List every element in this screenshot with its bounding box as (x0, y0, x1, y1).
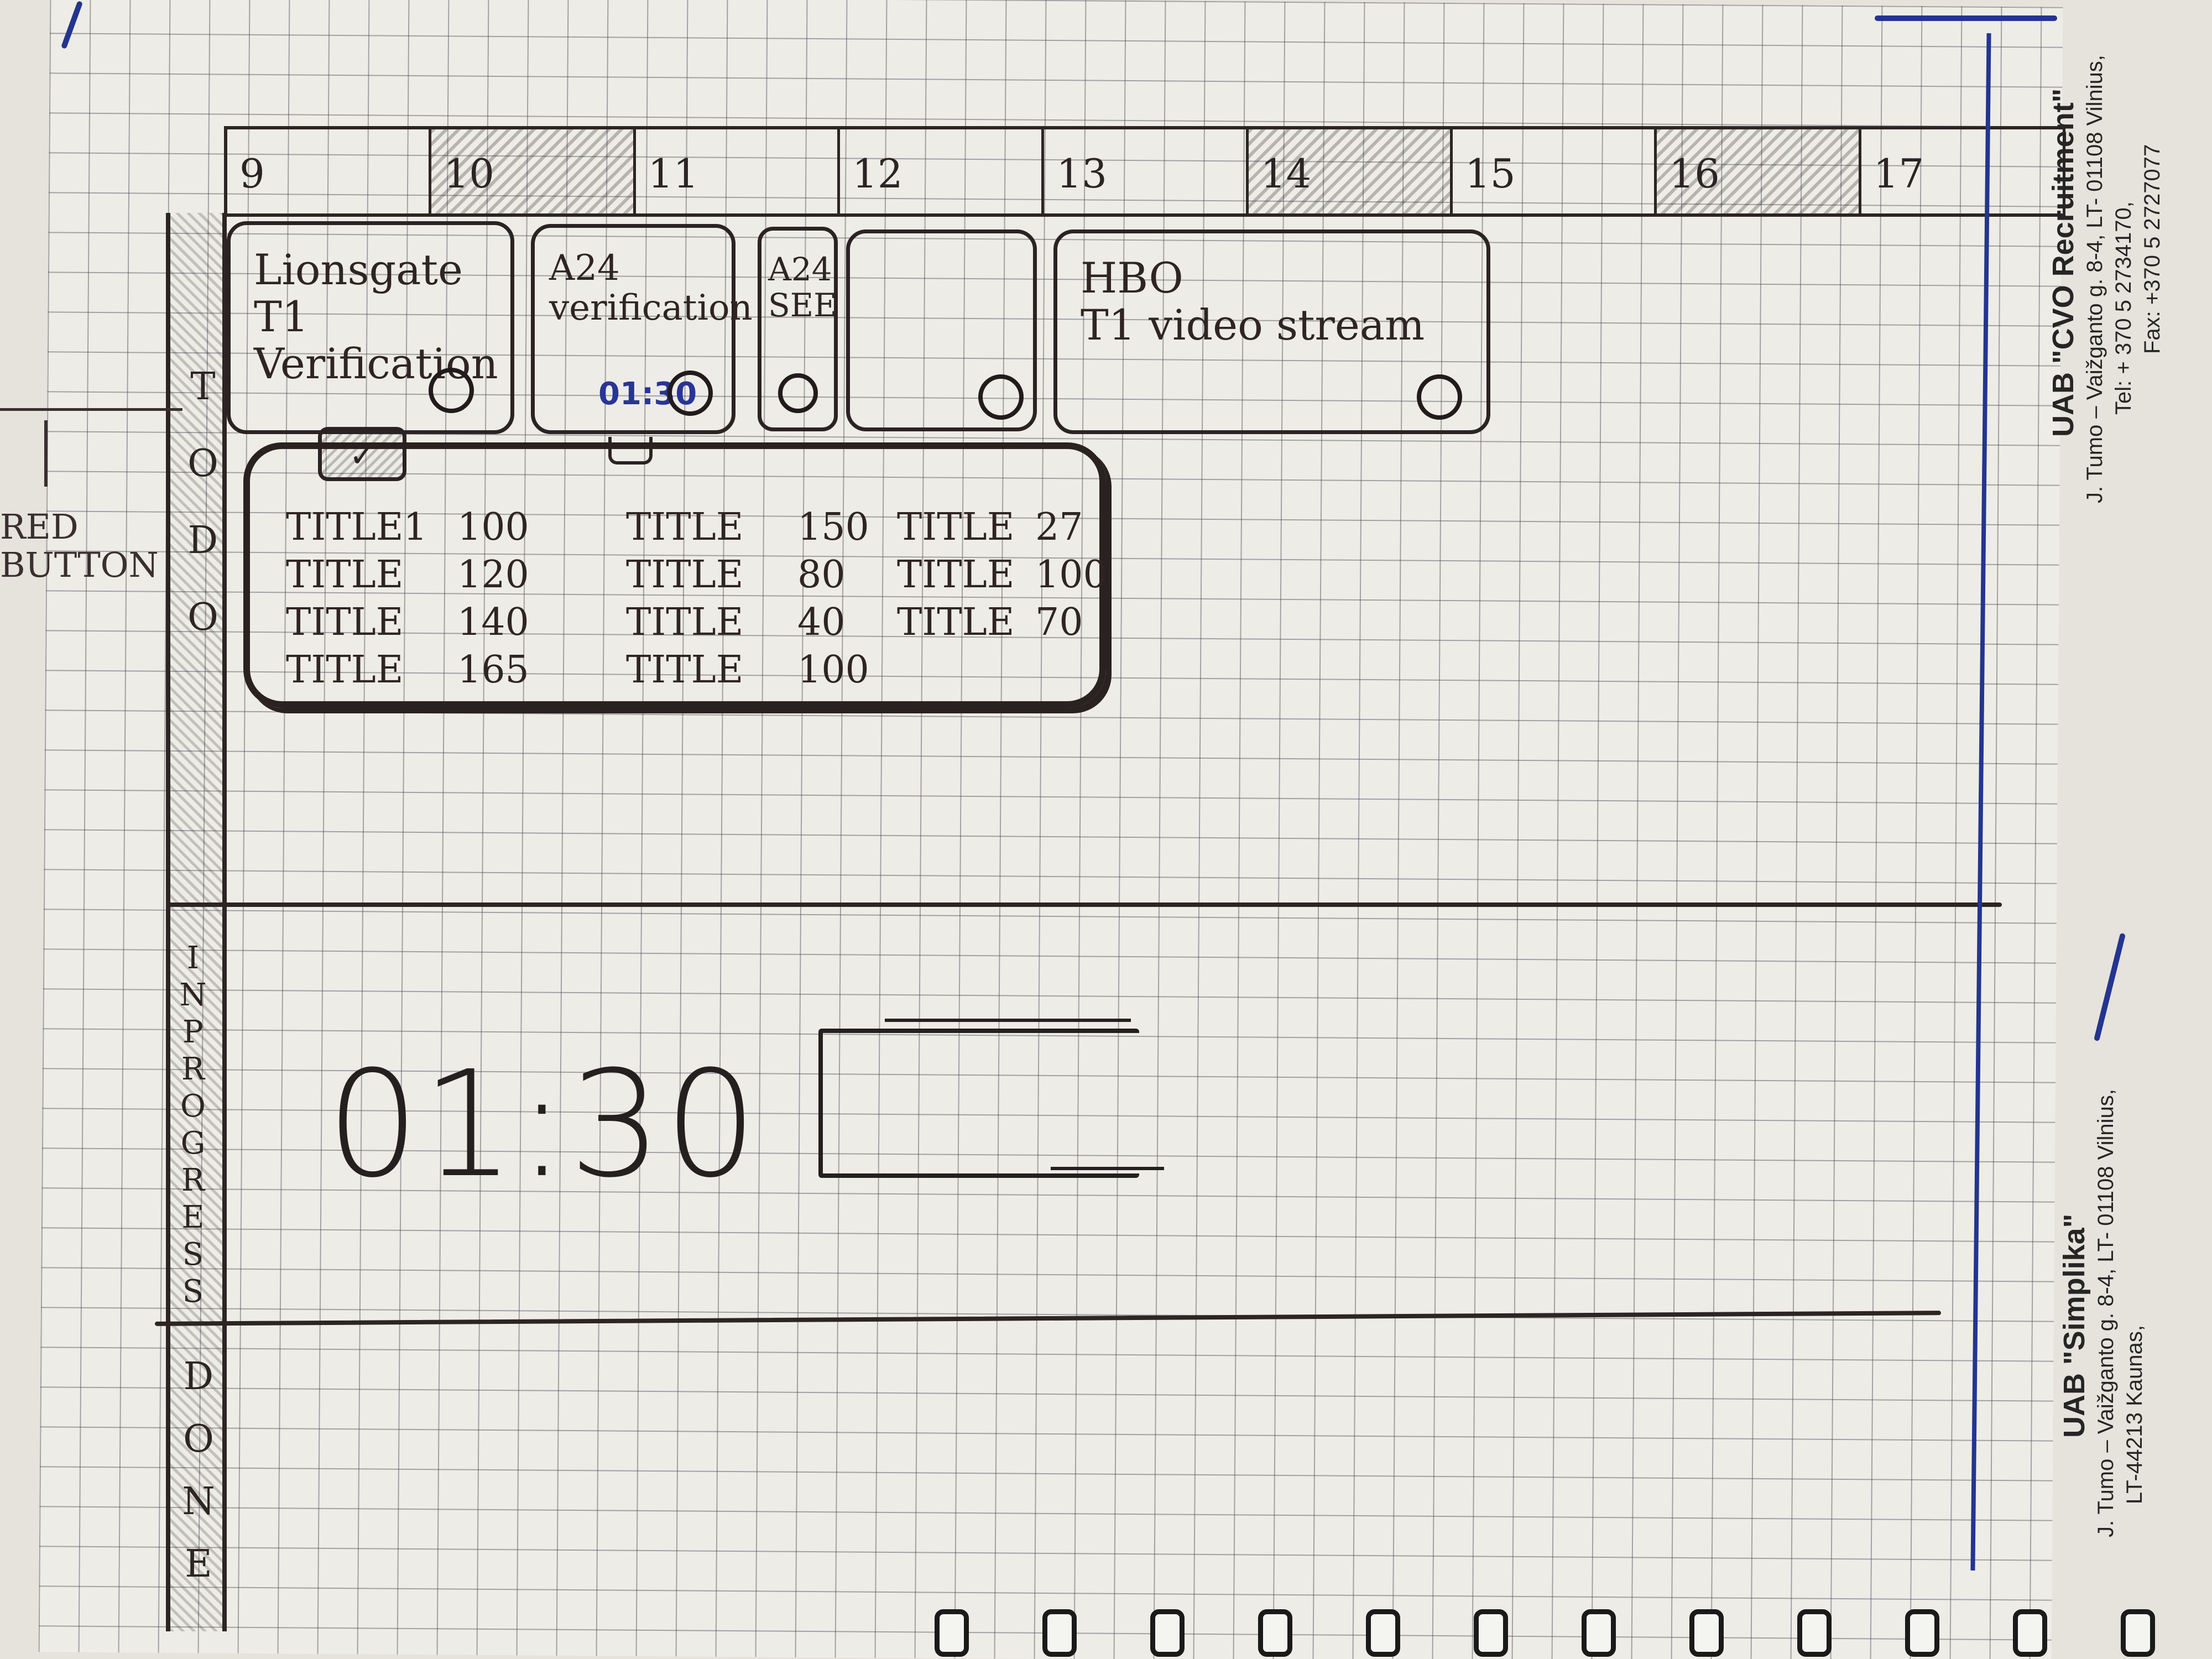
simplika-stamp-name: UAB "Simplika" (2058, 1213, 2091, 1438)
start-task-button[interactable] (429, 368, 474, 413)
hour-11[interactable]: 11 (636, 129, 840, 213)
red-button-note: RED BUTTON (0, 508, 159, 585)
note-line-2: BUTTON (0, 545, 159, 586)
note-pointer (44, 420, 48, 487)
cvo-stamp-name: UAB "CVO Recruitment" (2047, 88, 2080, 437)
lane-label-done-text: DONE (176, 1355, 221, 1605)
task-card-title: A24 SEE (768, 251, 837, 324)
cvo-stamp-tel: Tel: + 370 5 2734170, (2111, 201, 2136, 415)
lane-label-in-progress-text: INPROGRESS (175, 940, 211, 1311)
hour-12[interactable]: 12 (840, 129, 1045, 213)
hour-ruler: 9 10 11 12 13 14 15 16 17 (224, 126, 2065, 217)
note-line-1: RED (0, 507, 79, 547)
task-card-empty[interactable] (846, 229, 1037, 431)
list-item[interactable]: TITLE 80 (626, 551, 864, 598)
lane-label-in-progress: INPROGRESS (175, 940, 211, 1311)
list-item[interactable]: TITLE 100 (897, 551, 1107, 598)
task-list-column-1: TITLE1 100 TITLE 120 TITLE 140 TITLE 165 (286, 503, 529, 693)
list-item[interactable]: TITLE 120 (286, 551, 529, 598)
task-list-column-2: TITLE 150 TITLE 80 TITLE 40 TITLE 100 (626, 503, 869, 693)
spiral-hole (1150, 1609, 1185, 1657)
spiral-hole (1689, 1609, 1724, 1657)
list-item[interactable]: TITLE 150 (626, 503, 869, 551)
list-item[interactable]: TITLE 70 (897, 598, 1102, 646)
task-card-lionsgate[interactable]: Lionsgate T1 Verification (227, 221, 514, 434)
lane-label-done: DONE (176, 1355, 221, 1605)
list-item[interactable]: TITLE 40 (626, 598, 864, 646)
task-card-title: Lionsgate T1 Verification (254, 245, 498, 389)
list-item[interactable]: TITLE 100 (626, 646, 869, 693)
spiral-hole (2013, 1609, 2047, 1657)
spiral-hole (1474, 1609, 1508, 1657)
hour-16[interactable]: 16 (1657, 129, 1861, 213)
start-task-button[interactable] (778, 373, 818, 413)
simplika-stamp: UAB "Simplika" J. Tumo – Vaižganto g. 8-… (2057, 1089, 2149, 1537)
start-task-button[interactable] (667, 371, 713, 416)
hour-15[interactable]: 15 (1453, 129, 1657, 213)
time-input-field[interactable] (818, 1029, 1139, 1178)
list-item[interactable]: TITLE1 100 (286, 503, 529, 551)
note-pointer-horizontal (0, 408, 182, 411)
cvo-stamp-fax: Fax: +370 5 2727077 (2140, 144, 2164, 354)
spiral-hole (1258, 1609, 1292, 1657)
hour-14[interactable]: 14 (1248, 129, 1453, 213)
list-item[interactable]: TITLE 165 (286, 646, 529, 693)
spiral-hole (1366, 1609, 1400, 1657)
list-item[interactable]: TITLE 27 (897, 503, 1102, 551)
cvo-stamp-address: J. Tumo – Vaižganto g. 8-4, LT- 01108 Vi… (2083, 55, 2107, 503)
input-bottom-line (1051, 1167, 1164, 1170)
hour-13[interactable]: 13 (1044, 129, 1249, 213)
simplika-stamp-address-2: LT-44213 Kaunas, (2122, 1325, 2147, 1504)
start-task-button[interactable] (1417, 374, 1462, 420)
hour-10[interactable]: 10 (431, 129, 636, 213)
task-card-a24-verification[interactable]: A24 verification 01:30 (531, 224, 753, 434)
task-card-title: HBO T1 video stream (1081, 253, 1425, 350)
input-top-line (885, 1019, 1131, 1022)
lane-label-todo: TODO (181, 365, 225, 672)
lane-divider-todo (166, 902, 2002, 907)
spiral-hole (1905, 1609, 1939, 1657)
spiral-hole (1042, 1609, 1077, 1657)
task-card-title: A24 verification (549, 248, 753, 328)
cvo-stamp: UAB "CVO Recruitment" J. Tumo – Vaižgant… (2046, 55, 2167, 503)
hour-9[interactable]: 9 (227, 129, 432, 213)
pen-mark-top-right (1875, 15, 2057, 21)
task-list-panel: TITLE1 100 TITLE 120 TITLE 140 TITLE 165 TIT… (243, 442, 1107, 708)
hour-17[interactable]: 17 (1861, 129, 2065, 213)
pen-mark-mid-right (2093, 932, 2126, 1042)
lane-label-todo-text: TODO (181, 365, 225, 672)
list-item[interactable]: TITLE 140 (286, 598, 529, 646)
simplika-stamp-address: J. Tumo – Vaižganto g. 8-4, LT- 01108 Vi… (2094, 1089, 2118, 1537)
spiral-hole (1582, 1609, 1616, 1657)
spiral-hole (1797, 1609, 1832, 1657)
spiral-hole (2121, 1609, 2155, 1657)
task-list-column-3: TITLE 27 TITLE 100 TITLE 70 (897, 503, 1107, 646)
task-card-hbo[interactable]: HBO T1 video stream (1053, 229, 1490, 434)
task-card-a24-see[interactable]: A24 SEE (758, 227, 838, 431)
in-progress-timer: 01:30 (326, 1040, 760, 1210)
start-task-button[interactable] (978, 374, 1024, 420)
spiral-hole (935, 1609, 969, 1657)
